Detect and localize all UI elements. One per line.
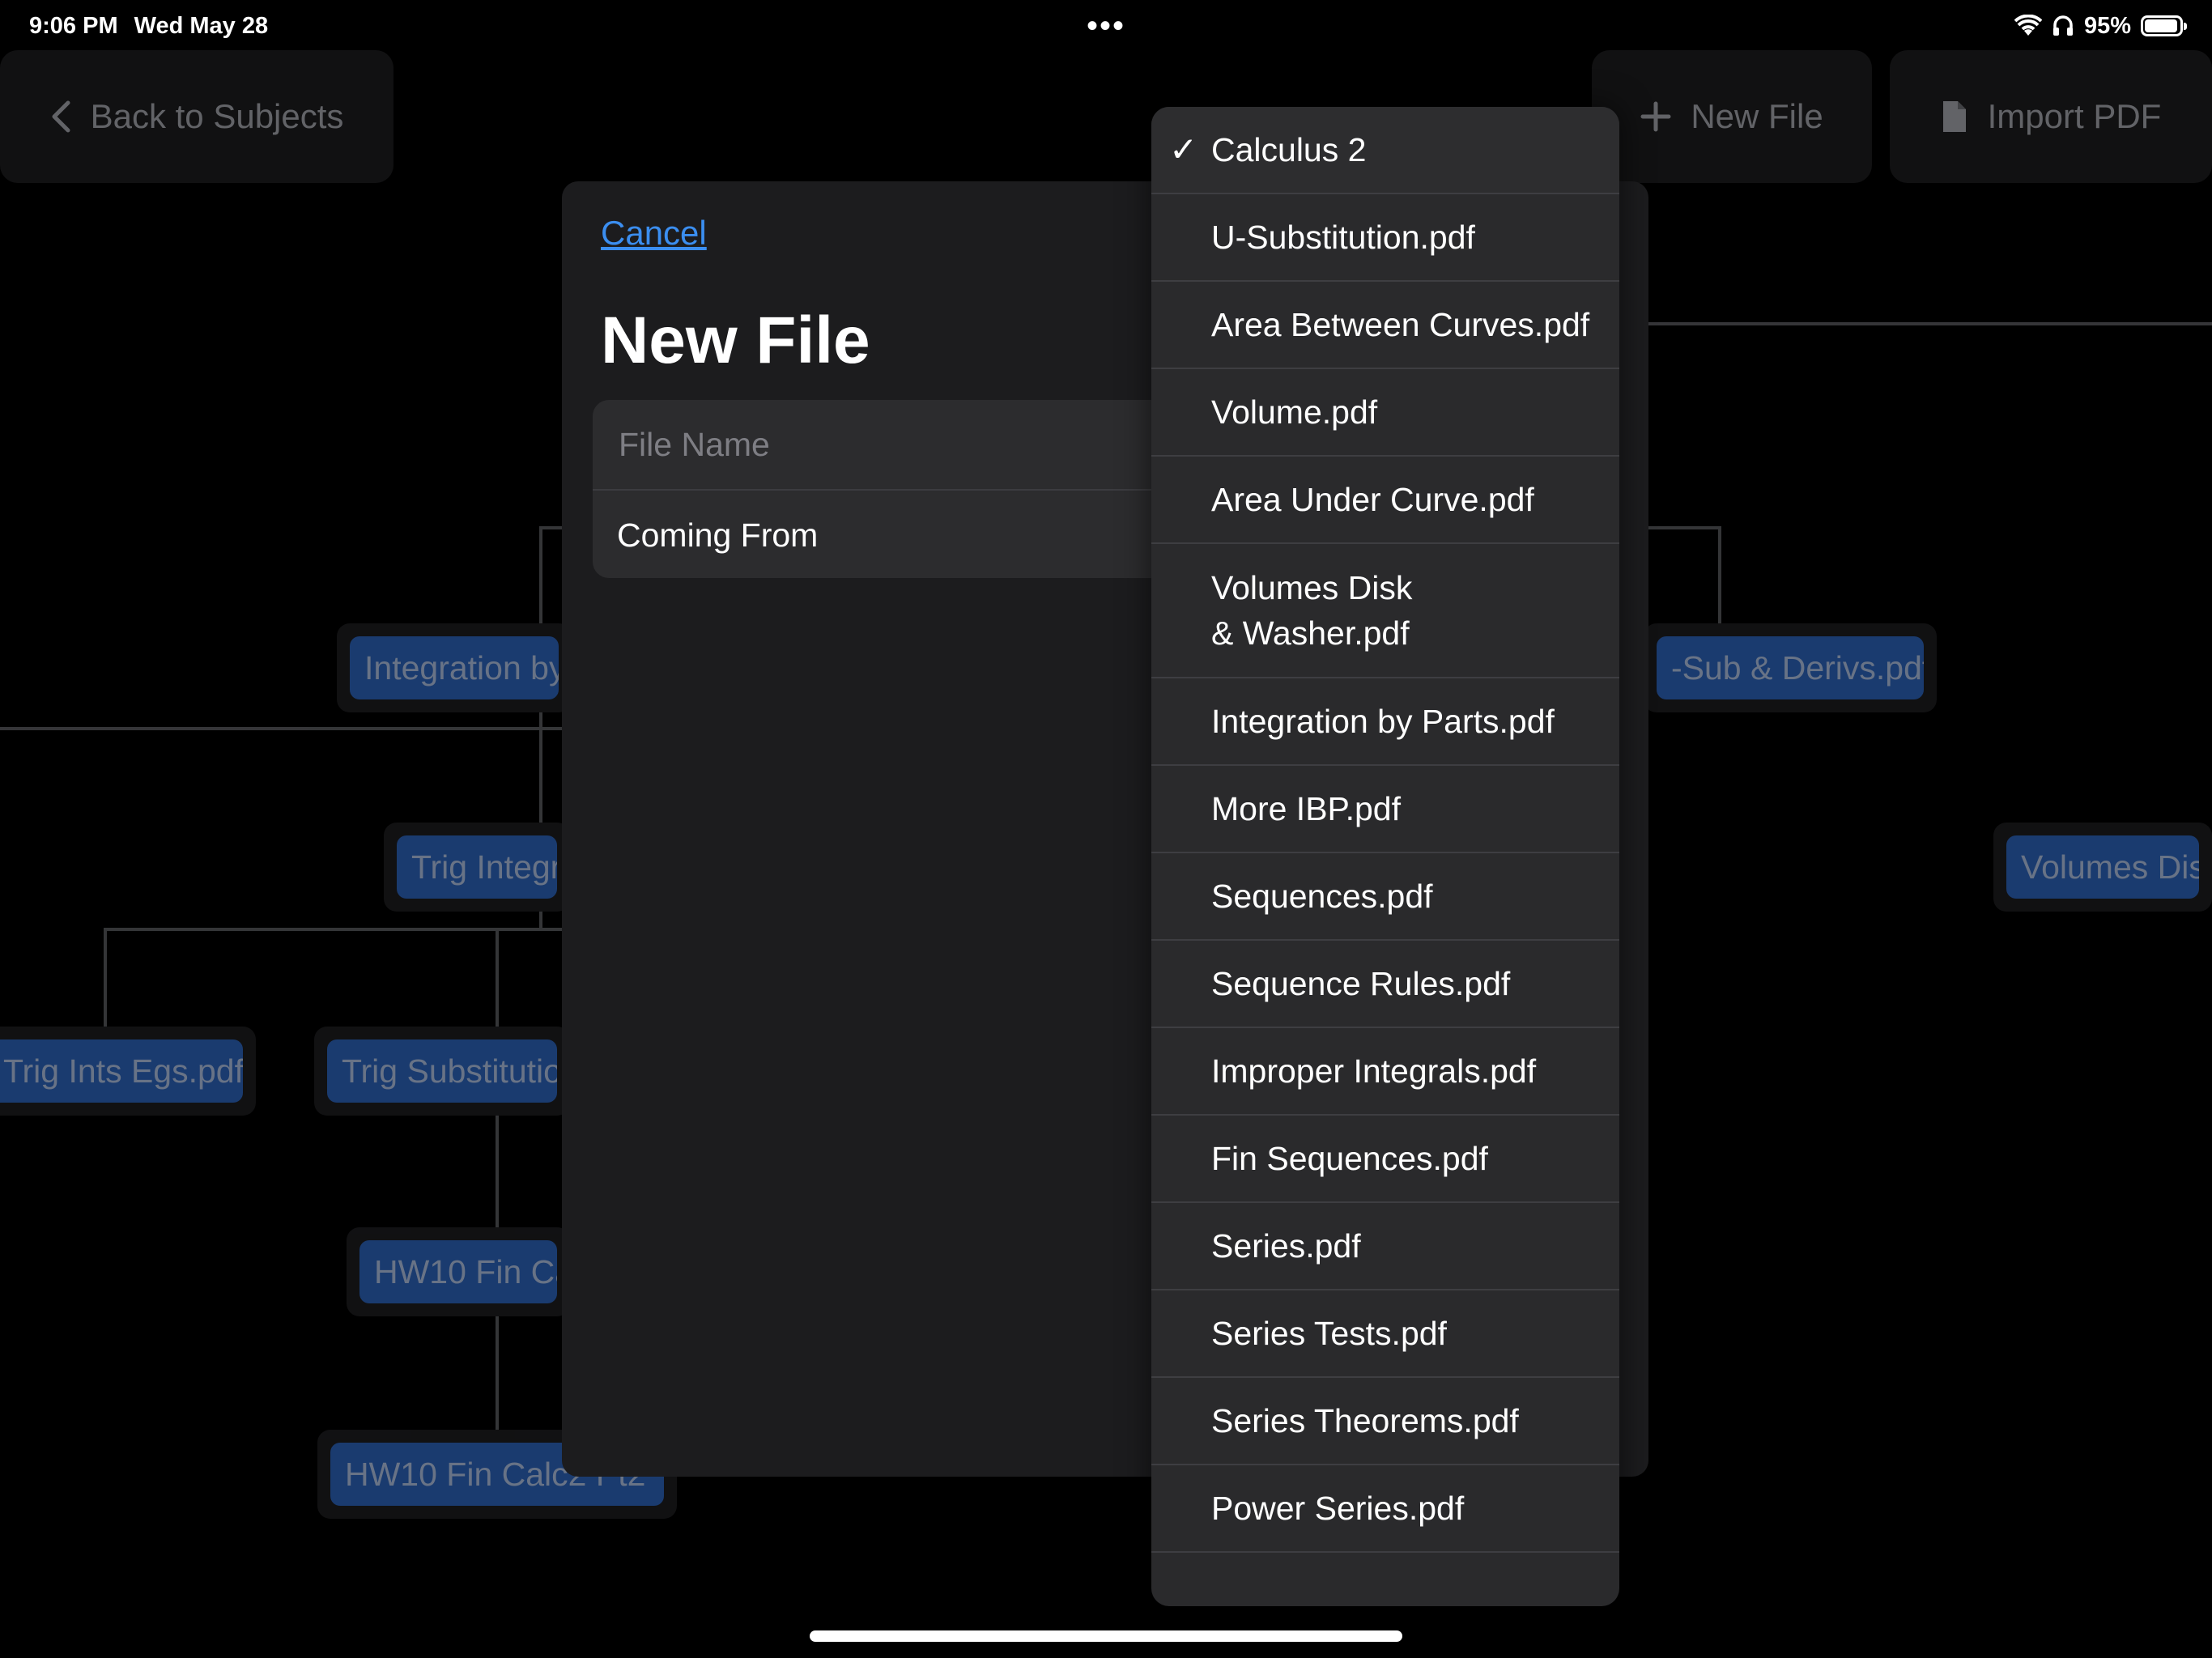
menu-item[interactable]: Fin Sequences.pdf bbox=[1151, 1116, 1619, 1203]
menu-item-label: Sequences.pdf bbox=[1211, 878, 1433, 915]
menu-item-label: Volumes Disk & Washer.pdf bbox=[1211, 569, 1413, 652]
menu-item[interactable]: Volumes Disk & Washer.pdf bbox=[1151, 544, 1619, 678]
graph-node[interactable]: Integration by bbox=[337, 623, 572, 712]
coming-from-menu: ✓ Calculus 2 U-Substitution.pdf Area Betw… bbox=[1151, 107, 1619, 1606]
menu-item-label: Fin Sequences.pdf bbox=[1211, 1140, 1488, 1177]
menu-item-label: Integration by Parts.pdf bbox=[1211, 703, 1555, 740]
menu-item[interactable]: Series Tests.pdf bbox=[1151, 1290, 1619, 1378]
graph-edge bbox=[1648, 526, 1721, 529]
back-to-subjects-button[interactable]: Back to Subjects bbox=[0, 50, 393, 183]
cancel-button[interactable]: Cancel bbox=[601, 214, 707, 253]
menu-item-label: Area Under Curve.pdf bbox=[1211, 481, 1534, 518]
graph-node[interactable]: -Sub & Derivs.pdf bbox=[1644, 623, 1937, 712]
graph-node[interactable]: Trig Ints Egs.pdf bbox=[0, 1027, 256, 1116]
document-icon bbox=[1942, 101, 1966, 132]
import-pdf-button[interactable]: Import PDF bbox=[1890, 50, 2212, 183]
graph-node[interactable]: Trig Integr bbox=[384, 823, 570, 912]
menu-item[interactable]: Series.pdf bbox=[1151, 1203, 1619, 1290]
graph-node-label: HW10 Fin Ca bbox=[359, 1240, 557, 1303]
menu-item[interactable]: Area Under Curve.pdf bbox=[1151, 457, 1619, 544]
menu-item[interactable]: Series Theorems.pdf bbox=[1151, 1378, 1619, 1465]
menu-item[interactable]: Volume.pdf bbox=[1151, 369, 1619, 457]
menu-item-label: More IBP.pdf bbox=[1211, 790, 1401, 827]
menu-item-selected[interactable]: ✓ Calculus 2 bbox=[1151, 107, 1619, 194]
menu-item[interactable]: Area Between Curves.pdf bbox=[1151, 282, 1619, 369]
graph-node-label: Trig Integr bbox=[397, 835, 557, 899]
chevron-left-icon bbox=[52, 100, 70, 133]
back-to-subjects-label: Back to Subjects bbox=[90, 97, 344, 135]
home-indicator bbox=[810, 1630, 1402, 1642]
menu-item[interactable]: Improper Integrals.pdf bbox=[1151, 1028, 1619, 1116]
menu-item[interactable]: More IBP.pdf bbox=[1151, 766, 1619, 853]
menu-item-label: Series Tests.pdf bbox=[1211, 1315, 1447, 1352]
coming-from-row[interactable]: Coming From bbox=[593, 489, 1176, 578]
menu-item-label: Series Theorems.pdf bbox=[1211, 1402, 1519, 1439]
menu-item[interactable]: U-Substitution.pdf bbox=[1151, 194, 1619, 282]
graph-node-label: Trig Substitutio bbox=[327, 1039, 557, 1103]
coming-from-label: Coming From bbox=[617, 516, 819, 554]
graph-edge bbox=[104, 928, 107, 1041]
menu-item-label: Series.pdf bbox=[1211, 1227, 1361, 1265]
menu-item[interactable]: Sequence Rules.pdf bbox=[1151, 941, 1619, 1028]
dialog-title: New File bbox=[601, 304, 870, 377]
import-pdf-label: Import PDF bbox=[1987, 97, 2162, 135]
menu-item[interactable]: Integration by Parts.pdf bbox=[1151, 678, 1619, 766]
menu-item-label: Area Between Curves.pdf bbox=[1211, 306, 1590, 343]
menu-item[interactable]: Sequences.pdf bbox=[1151, 853, 1619, 941]
new-file-button[interactable]: New File bbox=[1592, 50, 1872, 183]
menu-item-label: Calculus 2 bbox=[1211, 131, 1367, 168]
graph-node[interactable]: Trig Substitutio bbox=[314, 1027, 570, 1116]
new-file-label: New File bbox=[1691, 97, 1823, 135]
graph-node[interactable]: Volumes Disk bbox=[1993, 823, 2212, 912]
menu-item-label: Improper Integrals.pdf bbox=[1211, 1052, 1537, 1090]
menu-item-label: Volume.pdf bbox=[1211, 393, 1378, 431]
file-name-input[interactable] bbox=[617, 424, 1171, 465]
graph-node-label: Integration by bbox=[350, 636, 559, 699]
plus-icon bbox=[1640, 101, 1671, 132]
menu-item-label: Power Series.pdf bbox=[1211, 1490, 1465, 1527]
graph-edge bbox=[0, 727, 567, 730]
new-file-form: Coming From bbox=[593, 400, 1176, 578]
menu-item[interactable]: Power Series.pdf bbox=[1151, 1465, 1619, 1553]
graph-node-label: Volumes Disk bbox=[2006, 835, 2199, 899]
graph-node-label: Trig Ints Egs.pdf bbox=[0, 1039, 243, 1103]
graph-node-label: -Sub & Derivs.pdf bbox=[1657, 636, 1924, 699]
graph-node[interactable]: HW10 Fin Ca bbox=[347, 1227, 570, 1316]
checkmark-icon: ✓ bbox=[1169, 130, 1198, 168]
graph-edge bbox=[496, 928, 499, 1446]
menu-item-label: Sequence Rules.pdf bbox=[1211, 965, 1511, 1002]
graph-edge bbox=[1718, 526, 1721, 631]
graph-edge bbox=[1648, 322, 2212, 325]
menu-item-label: U-Substitution.pdf bbox=[1211, 219, 1475, 256]
file-name-row bbox=[593, 400, 1176, 489]
